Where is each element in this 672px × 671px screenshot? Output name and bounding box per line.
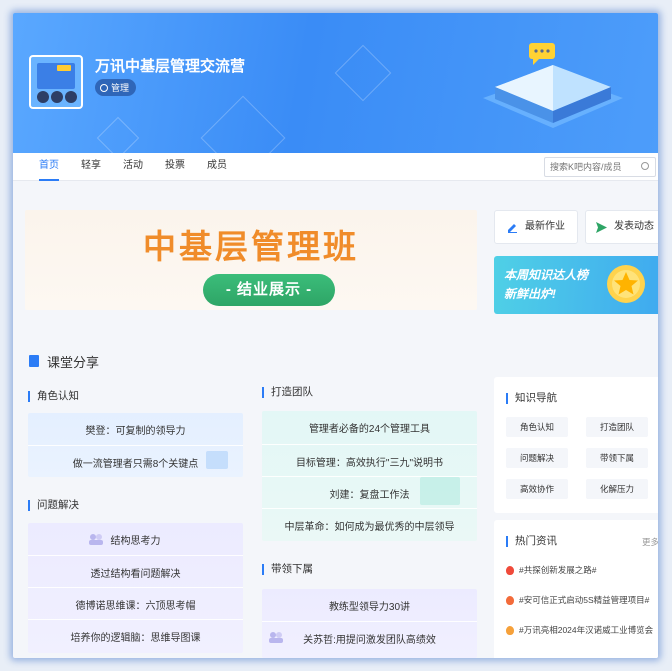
latest-homework-button[interactable]: 最新作业 — [494, 210, 578, 244]
knowledge-chip-role[interactable]: 角色认知 — [506, 417, 568, 437]
course-link[interactable]: 目标管理：高效执行"三九"说明书 — [262, 444, 477, 469]
course-card-team: 管理者必备的24个管理工具 目标管理：高效执行"三九"说明书 刘建：复盘工作法 … — [262, 411, 477, 541]
post-update-label: 发表动态 — [614, 221, 654, 232]
course-card-problem: 结构思考力 透过结构看问题解决 德博诺思维课：六顶思考帽 培养你的逻辑脑：思维导… — [28, 523, 243, 653]
course-link[interactable]: 德博诺思维课：六顶思考帽 — [28, 587, 243, 612]
tag-icon — [100, 83, 108, 92]
search-input[interactable] — [544, 157, 656, 177]
knowledge-chip-team[interactable]: 打造团队 — [586, 417, 648, 437]
app-frame: 万讯中基层管理交流营 管理 首页 轻享 活动 投票 成员 中基层管理班 - 结业… — [13, 13, 658, 658]
category-label: 管理 — [111, 83, 130, 93]
banner-decoration — [334, 44, 392, 102]
document-icon — [29, 355, 39, 367]
course-card-role: 樊登：可复制的领导力 做一流管理者只需8个关键点 — [28, 413, 243, 477]
star-medal-icon — [607, 265, 645, 303]
knowledge-nav-title: 知识导航 — [506, 393, 557, 404]
tab-members[interactable]: 成员 — [207, 153, 227, 181]
send-icon — [596, 222, 607, 233]
news-item[interactable]: #安可信正式启动5S精益管理项目# — [506, 594, 649, 606]
knowledge-chip-lead[interactable]: 带领下属 — [586, 448, 648, 468]
tab-light-share[interactable]: 轻享 — [81, 153, 101, 181]
category-heading-team: 打造团队 — [262, 387, 313, 398]
tab-vote[interactable]: 投票 — [165, 153, 185, 181]
post-update-button[interactable]: 发表动态 — [585, 210, 658, 244]
latest-homework-label: 最新作业 — [525, 221, 565, 232]
knowledge-chip-collab[interactable]: 高效协作 — [506, 479, 568, 499]
hero-title: 中基层管理班 — [143, 228, 359, 265]
group-title: 万讯中基层管理交流营 — [95, 58, 246, 75]
tab-activities[interactable]: 活动 — [123, 153, 143, 181]
course-link[interactable]: 透过结构看问题解决 — [28, 555, 243, 580]
tab-home[interactable]: 首页 — [39, 153, 59, 181]
category-heading-role: 角色认知 — [28, 391, 79, 402]
course-link[interactable]: 关苏哲:用提问激发团队高绩效 — [262, 621, 477, 646]
flame-icon — [506, 625, 514, 635]
news-title: #万讯亮相2024年汉诺威工业博览会 — [519, 625, 654, 635]
flame-icon — [506, 595, 514, 605]
knowledge-nav-panel: 知识导航 角色认知 打造团队 问题解决 带领下属 高效协作 化解压力 — [494, 377, 658, 513]
flame-icon — [506, 565, 514, 575]
hot-news-panel: 热门资讯 更多 #共探创新发展之路# #安可信正式启动5S精益管理项目# #万讯… — [494, 520, 658, 658]
graduation-showcase-button[interactable]: - 结业展示 - — [203, 274, 335, 306]
search-icon[interactable] — [641, 162, 649, 170]
news-item[interactable]: #万讯亮相2024年汉诺威工业博览会 — [506, 624, 653, 636]
news-title: #安可信正式启动5S精益管理项目# — [519, 595, 650, 605]
pencil-icon — [508, 224, 517, 233]
header-banner: 万讯中基层管理交流营 管理 — [13, 13, 658, 153]
promo-text: 本周知识达人榜 新鲜出炉! — [504, 268, 589, 301]
news-title: #共探创新发展之路# — [519, 565, 597, 575]
course-link[interactable]: 培养你的逻辑脑：思维导图课 — [28, 619, 243, 644]
book-illustration — [483, 43, 623, 128]
section-title: 课堂分享 — [47, 355, 100, 370]
more-link[interactable]: 更多 — [642, 536, 658, 548]
knowledge-rank-promo[interactable]: 本周知识达人榜 新鲜出炉! — [494, 256, 658, 314]
course-link[interactable]: 教练型领导力30讲 — [262, 598, 477, 613]
decoration-cube — [420, 477, 460, 505]
hot-news-title: 热门资讯 — [506, 536, 557, 547]
banner-decoration — [200, 95, 286, 153]
course-link[interactable]: 结构思考力 — [28, 532, 243, 547]
category-heading-lead: 带领下属 — [262, 564, 313, 575]
decoration-cube — [206, 451, 228, 469]
knowledge-chip-problem[interactable]: 问题解决 — [506, 448, 568, 468]
banner-decoration — [96, 116, 140, 153]
group-logo — [29, 55, 83, 109]
course-link[interactable]: 管理者必备的24个管理工具 — [262, 420, 477, 435]
course-link[interactable]: 樊登：可复制的领导力 — [28, 422, 243, 437]
category-badge[interactable]: 管理 — [95, 79, 137, 96]
category-heading-problem: 问题解决 — [28, 500, 79, 511]
course-link[interactable]: 中层革命：如何成为最优秀的中层领导 — [262, 508, 477, 533]
nav-bar: 首页 轻享 活动 投票 成员 — [13, 153, 658, 181]
course-card-lead: 教练型领导力30讲 关苏哲:用提问激发团队高绩效 — [262, 589, 477, 658]
knowledge-chip-stress[interactable]: 化解压力 — [586, 479, 648, 499]
hero-banner[interactable]: 中基层管理班 - 结业展示 - — [25, 210, 477, 310]
news-item[interactable]: #共探创新发展之路# — [506, 564, 596, 576]
